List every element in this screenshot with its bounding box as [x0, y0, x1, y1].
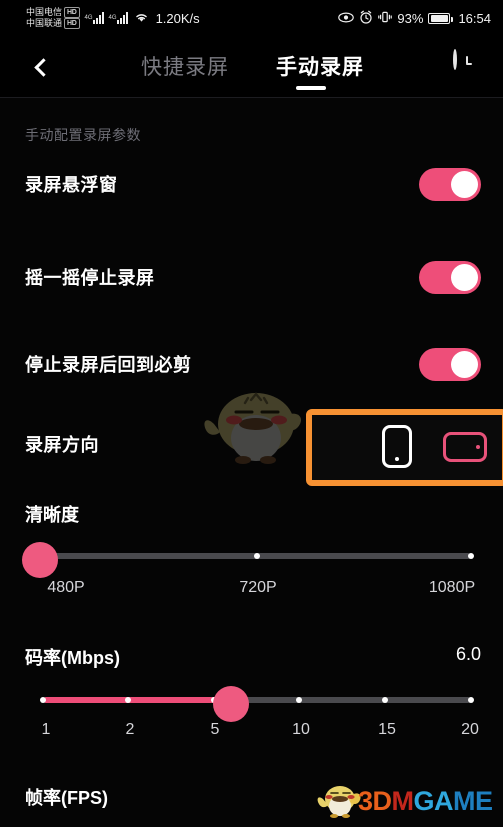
toggle-knob [451, 170, 478, 198]
phone-landscape-icon [476, 445, 480, 449]
bitrate-tick-1[interactable] [40, 697, 46, 703]
bitrate-slider-thumb[interactable] [213, 686, 249, 722]
vibrate-icon [378, 10, 393, 26]
orientation-landscape-option[interactable] [443, 432, 487, 462]
network-gen-label-1: 4G [84, 15, 93, 21]
fps-title: 帧率(FPS) [25, 788, 108, 808]
clarity-tick-720p[interactable] [254, 553, 260, 559]
bitrate-label-5: 20 [461, 721, 479, 738]
app-screen: 中国电信 HD 中国联通 HD 4G 4G 1.20K/s 93% 16:54 … [0, 0, 503, 827]
bitrate-scale-labels: 1 2 5 10 15 20 [0, 721, 503, 743]
back-button[interactable] [26, 50, 60, 84]
clarity-slider-thumb[interactable] [22, 542, 58, 578]
hd-badge-primary: HD [64, 7, 80, 18]
battery-percent: 93% [397, 10, 424, 26]
phone-portrait-icon [395, 457, 399, 461]
clarity-title: 清晰度 [25, 505, 79, 525]
clarity-slider[interactable] [0, 539, 503, 578]
bitrate-label-4: 15 [378, 721, 396, 738]
setting-label-floating-window: 录屏悬浮窗 [25, 175, 118, 195]
toggle-knob [451, 263, 478, 291]
tab-active-indicator [296, 86, 326, 90]
status-time: 16:54 [458, 10, 491, 26]
bitrate-label-0: 1 [41, 721, 51, 738]
network-gen-label-2: 4G [108, 15, 117, 21]
signal-bars-icon-1 [92, 12, 104, 24]
status-bar: 中国电信 HD 中国联通 HD 4G 4G 1.20K/s 93% 16:54 [0, 0, 503, 36]
bitrate-label-3: 10 [292, 721, 310, 738]
bitrate-slider[interactable] [0, 683, 503, 722]
bitrate-tick-2[interactable] [125, 697, 131, 703]
carrier-secondary-label: 中国联通 [26, 17, 63, 28]
bitrate-tick-20[interactable] [468, 697, 474, 703]
setting-row-shake-to-stop[interactable]: 摇一摇停止录屏 [0, 254, 503, 300]
signal-bars-icon-2 [116, 12, 128, 24]
tab-manual-record[interactable]: 手动录屏 [272, 48, 368, 84]
history-button[interactable] [453, 49, 483, 81]
toggle-shake-to-stop[interactable] [419, 260, 481, 294]
signal-strength-2: 4G [109, 12, 128, 24]
history-clock-icon [453, 49, 457, 70]
setting-label-return-to-app: 停止录屏后回到必剪 [25, 355, 192, 375]
bitrate-label-1: 2 [125, 721, 135, 738]
setting-row-floating-window[interactable]: 录屏悬浮窗 [0, 161, 503, 207]
navigation-bar: 快捷录屏 手动录屏 [0, 36, 503, 98]
bitrate-label-2: 5 [210, 721, 220, 738]
bitrate-slider-fill [43, 697, 231, 703]
toggle-return-to-app[interactable] [419, 347, 481, 381]
bitrate-title: 码率(Mbps) [25, 648, 120, 668]
setting-row-return-to-app[interactable]: 停止录屏后回到必剪 [0, 341, 503, 387]
battery-icon [428, 12, 454, 24]
carrier-info: 中国电信 HD 中国联通 HD [26, 7, 80, 29]
clarity-tick-1080p[interactable] [468, 553, 474, 559]
setting-label-shake-to-stop: 摇一摇停止录屏 [25, 268, 155, 288]
alarm-clock-icon [359, 10, 373, 26]
section-caption: 手动配置录屏参数 [25, 127, 141, 143]
wifi-icon [134, 11, 149, 25]
orientation-portrait-option[interactable] [382, 425, 412, 468]
hd-badge-secondary: HD [64, 18, 80, 29]
setting-label-orientation: 录屏方向 [25, 435, 99, 455]
bitrate-tick-15[interactable] [382, 697, 388, 703]
clarity-label-0: 480P [47, 579, 85, 596]
carrier-primary: 中国电信 HD [26, 7, 80, 18]
carrier-secondary: 中国联通 HD [26, 18, 80, 29]
tab-quick-record[interactable]: 快捷录屏 [137, 48, 233, 84]
bitrate-value: 6.0 [455, 644, 481, 664]
clarity-label-2: 1080P [428, 579, 476, 596]
toggle-knob [451, 350, 478, 378]
toggle-floating-window[interactable] [419, 167, 481, 201]
status-right-group: 93% 16:54 [338, 10, 491, 26]
carrier-primary-label: 中国电信 [26, 6, 63, 17]
network-speed: 1.20K/s [155, 10, 200, 26]
signal-strength-1: 4G [85, 12, 104, 24]
eye-icon [338, 11, 355, 25]
back-chevron-icon [33, 57, 53, 77]
bitrate-tick-10[interactable] [296, 697, 302, 703]
clarity-label-1: 720P [239, 579, 277, 596]
clarity-scale-labels: 480P 720P 1080P [0, 579, 503, 601]
